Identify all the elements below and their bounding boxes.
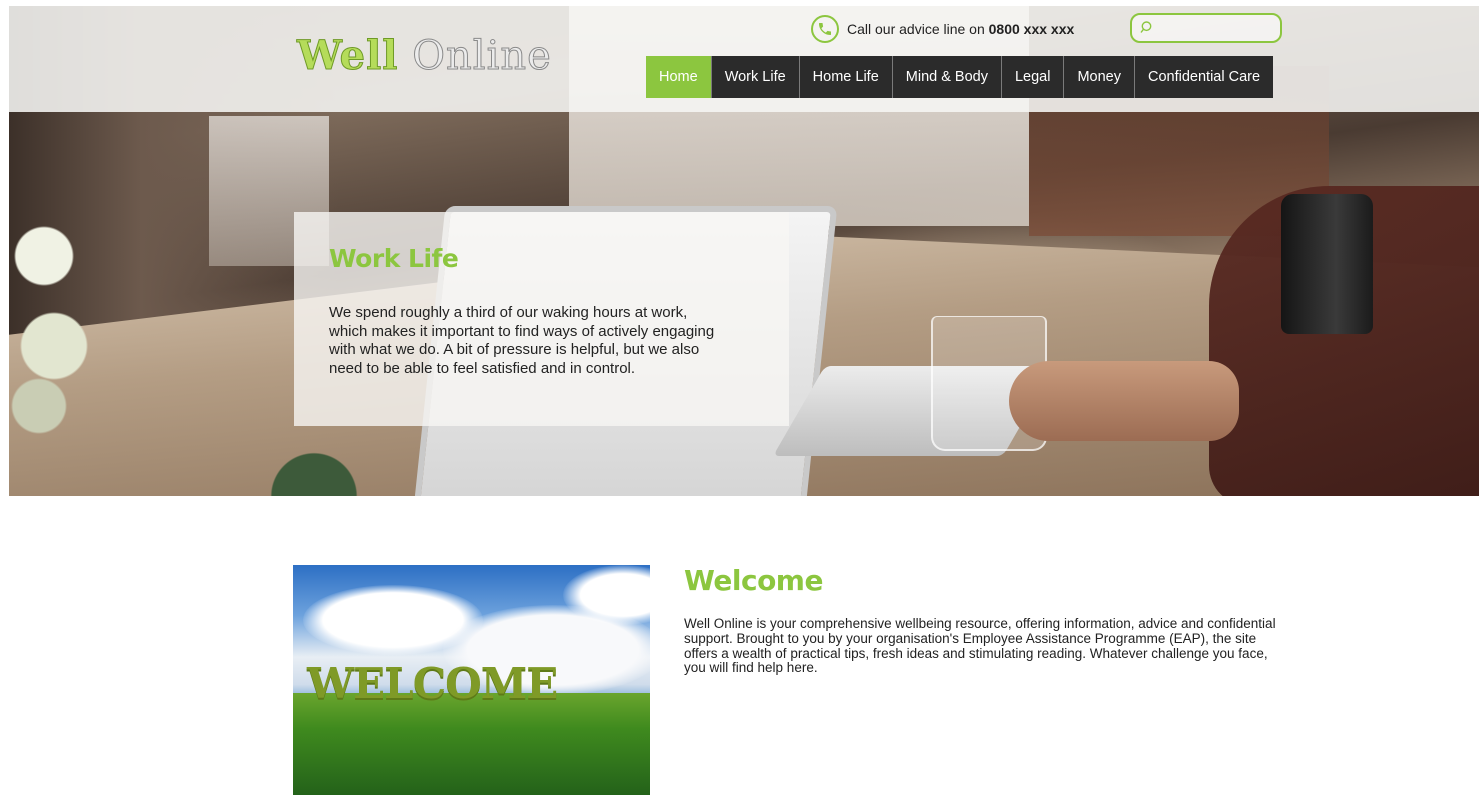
logo-well: Well xyxy=(297,32,399,80)
nav-item-legal[interactable]: Legal xyxy=(1001,56,1065,98)
welcome-body: Well Online is your comprehensive wellbe… xyxy=(684,616,1276,676)
logo-online: Online xyxy=(398,33,552,80)
site-logo[interactable]: Well Online xyxy=(297,32,552,80)
main-nav: Home Work Life Home Life Mind & Body Leg… xyxy=(646,56,1274,98)
phone-icon xyxy=(811,15,839,43)
nav-item-money[interactable]: Money xyxy=(1064,56,1135,98)
search-input[interactable] xyxy=(1156,19,1280,37)
flowers-decoration xyxy=(9,196,99,436)
advice-line: Call our advice line on 0800 xxx xxx xyxy=(811,14,1074,44)
welcome-image-word: WELCOME xyxy=(307,659,558,708)
search-box[interactable] xyxy=(1130,13,1282,43)
nav-item-home[interactable]: Home xyxy=(646,56,712,98)
hero-card: Work Life We spend roughly a third of ou… xyxy=(294,212,789,426)
nav-item-mind-body[interactable]: Mind & Body xyxy=(892,56,1002,98)
search-icon[interactable] xyxy=(1140,19,1152,38)
nav-item-work-life[interactable]: Work Life xyxy=(711,56,800,98)
advice-prefix: Call our advice line on xyxy=(847,21,989,37)
welcome-title: Welcome xyxy=(684,564,823,597)
nav-item-home-life[interactable]: Home Life xyxy=(799,56,893,98)
hero-body: We spend roughly a third of our waking h… xyxy=(329,304,715,377)
page: Well Online Call our advice line on 0800… xyxy=(9,6,1479,807)
hero-title: Work Life xyxy=(329,244,459,273)
mug-decoration xyxy=(1281,194,1373,334)
nav-item-confidential-care[interactable]: Confidential Care xyxy=(1135,56,1274,98)
advice-text: Call our advice line on 0800 xxx xxx xyxy=(847,21,1074,37)
advice-number: 0800 xxx xxx xyxy=(988,21,1075,37)
site-header: Well Online Call our advice line on 0800… xyxy=(9,6,1479,112)
welcome-image: WELCOME xyxy=(293,565,650,795)
